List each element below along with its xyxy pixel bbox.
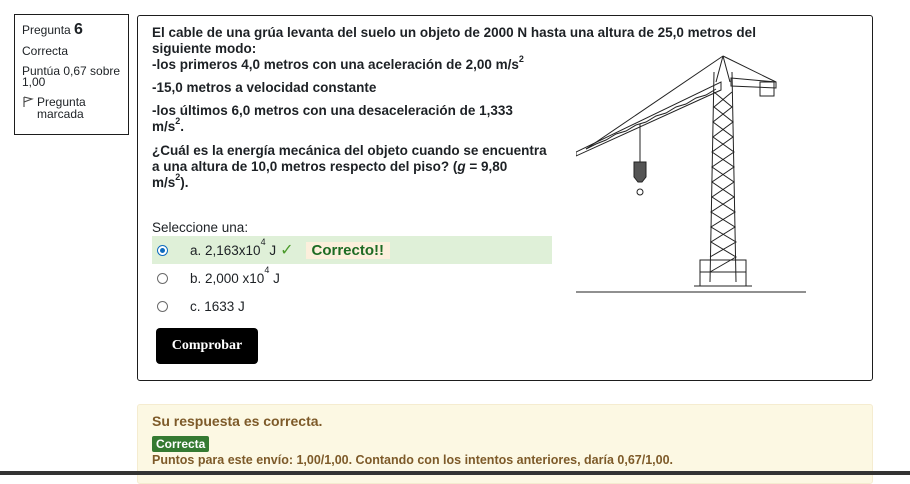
answer-option-a[interactable]: a. 2,163x104 J ✓ Correcto!! [152, 236, 552, 264]
flag-question-link[interactable]: Pregunta marcada [22, 96, 122, 120]
crane-illustration [576, 55, 806, 293]
option-c-text: c. 1633 J [190, 298, 245, 314]
correct-feedback-label: Correcto!! [305, 241, 391, 259]
question-step-3: -los últimos 6,0 metros con una desacele… [152, 103, 513, 134]
check-button[interactable]: Comprobar [156, 328, 258, 364]
question-number: Pregunta 6 [22, 21, 83, 38]
points-summary: Puntos para este envío: 1,00/1,00. Conta… [152, 453, 674, 467]
question-ask: ¿Cuál es la energía mecánica del objeto … [152, 143, 547, 190]
option-b-text: b. 2,000 x104 J [190, 264, 280, 286]
question-state: Correcta [22, 44, 69, 58]
flag-icon [22, 96, 34, 108]
check-icon: ✓ [280, 242, 294, 259]
radio-option-b[interactable] [157, 272, 168, 284]
option-a-text: a. 2,163x104 J [190, 236, 277, 258]
question-box: El cable de una grúa levanta del suelo u… [137, 15, 873, 381]
radio-option-c[interactable] [157, 300, 168, 312]
question-grade: Puntúa 0,67 sobre 1,00 [22, 64, 121, 89]
answer-option-c[interactable]: c. 1633 J [152, 292, 552, 320]
answer-option-b[interactable]: b. 2,000 x104 J [152, 264, 552, 292]
question-info-panel: Pregunta 6 Correcta Puntúa 0,67 sobre 1,… [14, 14, 129, 135]
bottom-border [0, 471, 910, 475]
flag-label: Pregunta marcada [37, 95, 86, 121]
feedback-message: Su respuesta es correcta. [152, 413, 323, 429]
select-one-prompt: Seleccione una: [152, 220, 249, 235]
correct-badge: Correcta [152, 436, 210, 452]
radio-option-a[interactable] [157, 244, 168, 256]
